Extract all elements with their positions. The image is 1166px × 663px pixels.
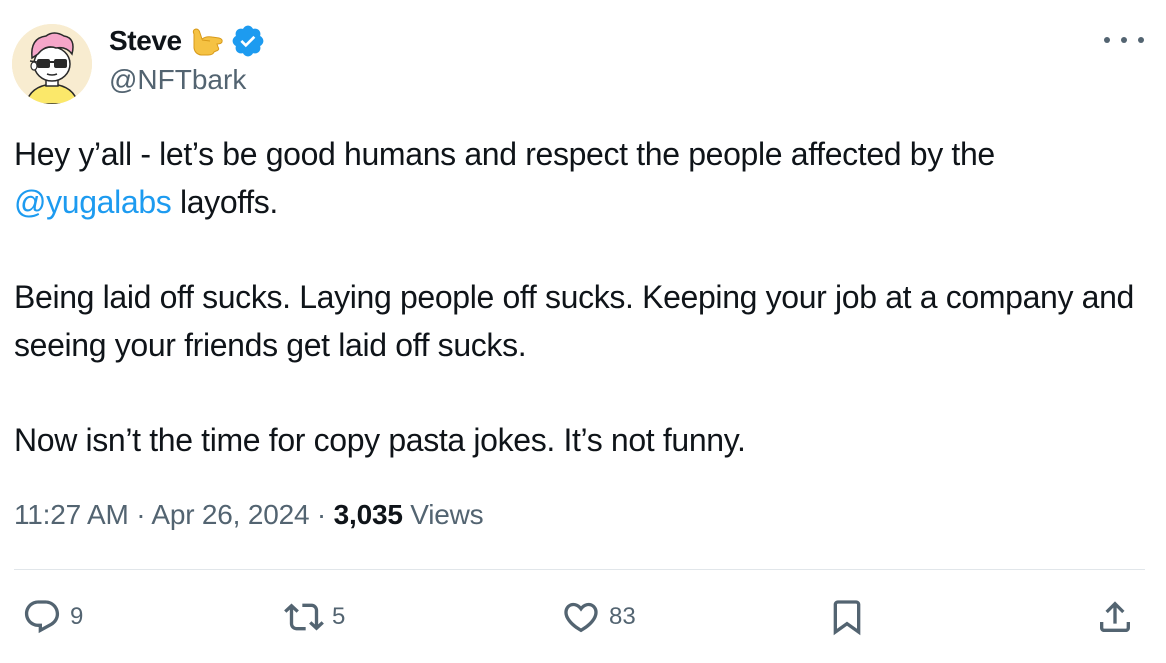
mention-link[interactable]: @yugalabs xyxy=(14,184,172,220)
meta-separator: · xyxy=(309,499,334,530)
more-dot xyxy=(1121,37,1127,43)
tweet-date[interactable]: Apr 26, 2024 xyxy=(151,499,309,530)
tweet-text-segment: layoffs. xyxy=(171,183,278,220)
more-dot xyxy=(1104,37,1110,43)
retweet-count: 5 xyxy=(332,603,346,630)
reply-button[interactable]: 9 xyxy=(22,596,83,638)
tweet-text: Hey y’all - let’s be good humans and res… xyxy=(14,131,1134,465)
tweet-text-segment: Hey y’all - let’s be good humans and res… xyxy=(14,136,995,172)
more-dot xyxy=(1138,37,1144,43)
retweet-button[interactable]: 5 xyxy=(284,596,345,638)
share-icon xyxy=(1100,601,1130,632)
tweet-meta: 11:27 AM · Apr 26, 2024 · 3,035 Views xyxy=(14,499,484,531)
bookmark-icon xyxy=(833,600,861,636)
views-label: Views xyxy=(402,499,484,530)
views-count: 3,035 xyxy=(333,499,403,530)
author-name-row[interactable]: Steve xyxy=(109,23,266,59)
more-icon[interactable] xyxy=(1104,30,1144,50)
verified-badge-icon[interactable] xyxy=(230,23,266,59)
call-me-hand-emoji-icon xyxy=(188,24,226,58)
heart-icon xyxy=(564,602,598,633)
tweet-paragraph-3: Now isn’t the time for copy pasta jokes.… xyxy=(14,422,746,458)
like-count: 83 xyxy=(609,603,636,630)
retweet-icon xyxy=(284,603,324,631)
tweet-card: Steve @NFTbark Hey y’all - let’s be good… xyxy=(0,0,1166,663)
avatar[interactable] xyxy=(12,24,92,104)
author-name[interactable]: Steve xyxy=(109,25,182,57)
meta-separator: · xyxy=(128,499,152,530)
tweet-paragraph-2: Being laid off sucks. Laying people off … xyxy=(14,279,1135,363)
like-button[interactable]: 83 xyxy=(561,596,636,638)
tweet-time[interactable]: 11:27 AM xyxy=(14,499,129,530)
bookmark-button[interactable] xyxy=(827,596,867,638)
share-button[interactable] xyxy=(1095,596,1135,638)
tweet-paragraph-1: Hey y’all - let’s be good humans and res… xyxy=(14,131,1134,226)
avatar-illustration xyxy=(12,24,92,104)
reply-icon xyxy=(24,600,60,634)
reply-count: 9 xyxy=(70,603,84,630)
divider xyxy=(14,569,1145,570)
author-handle[interactable]: @NFTbark xyxy=(109,64,246,96)
